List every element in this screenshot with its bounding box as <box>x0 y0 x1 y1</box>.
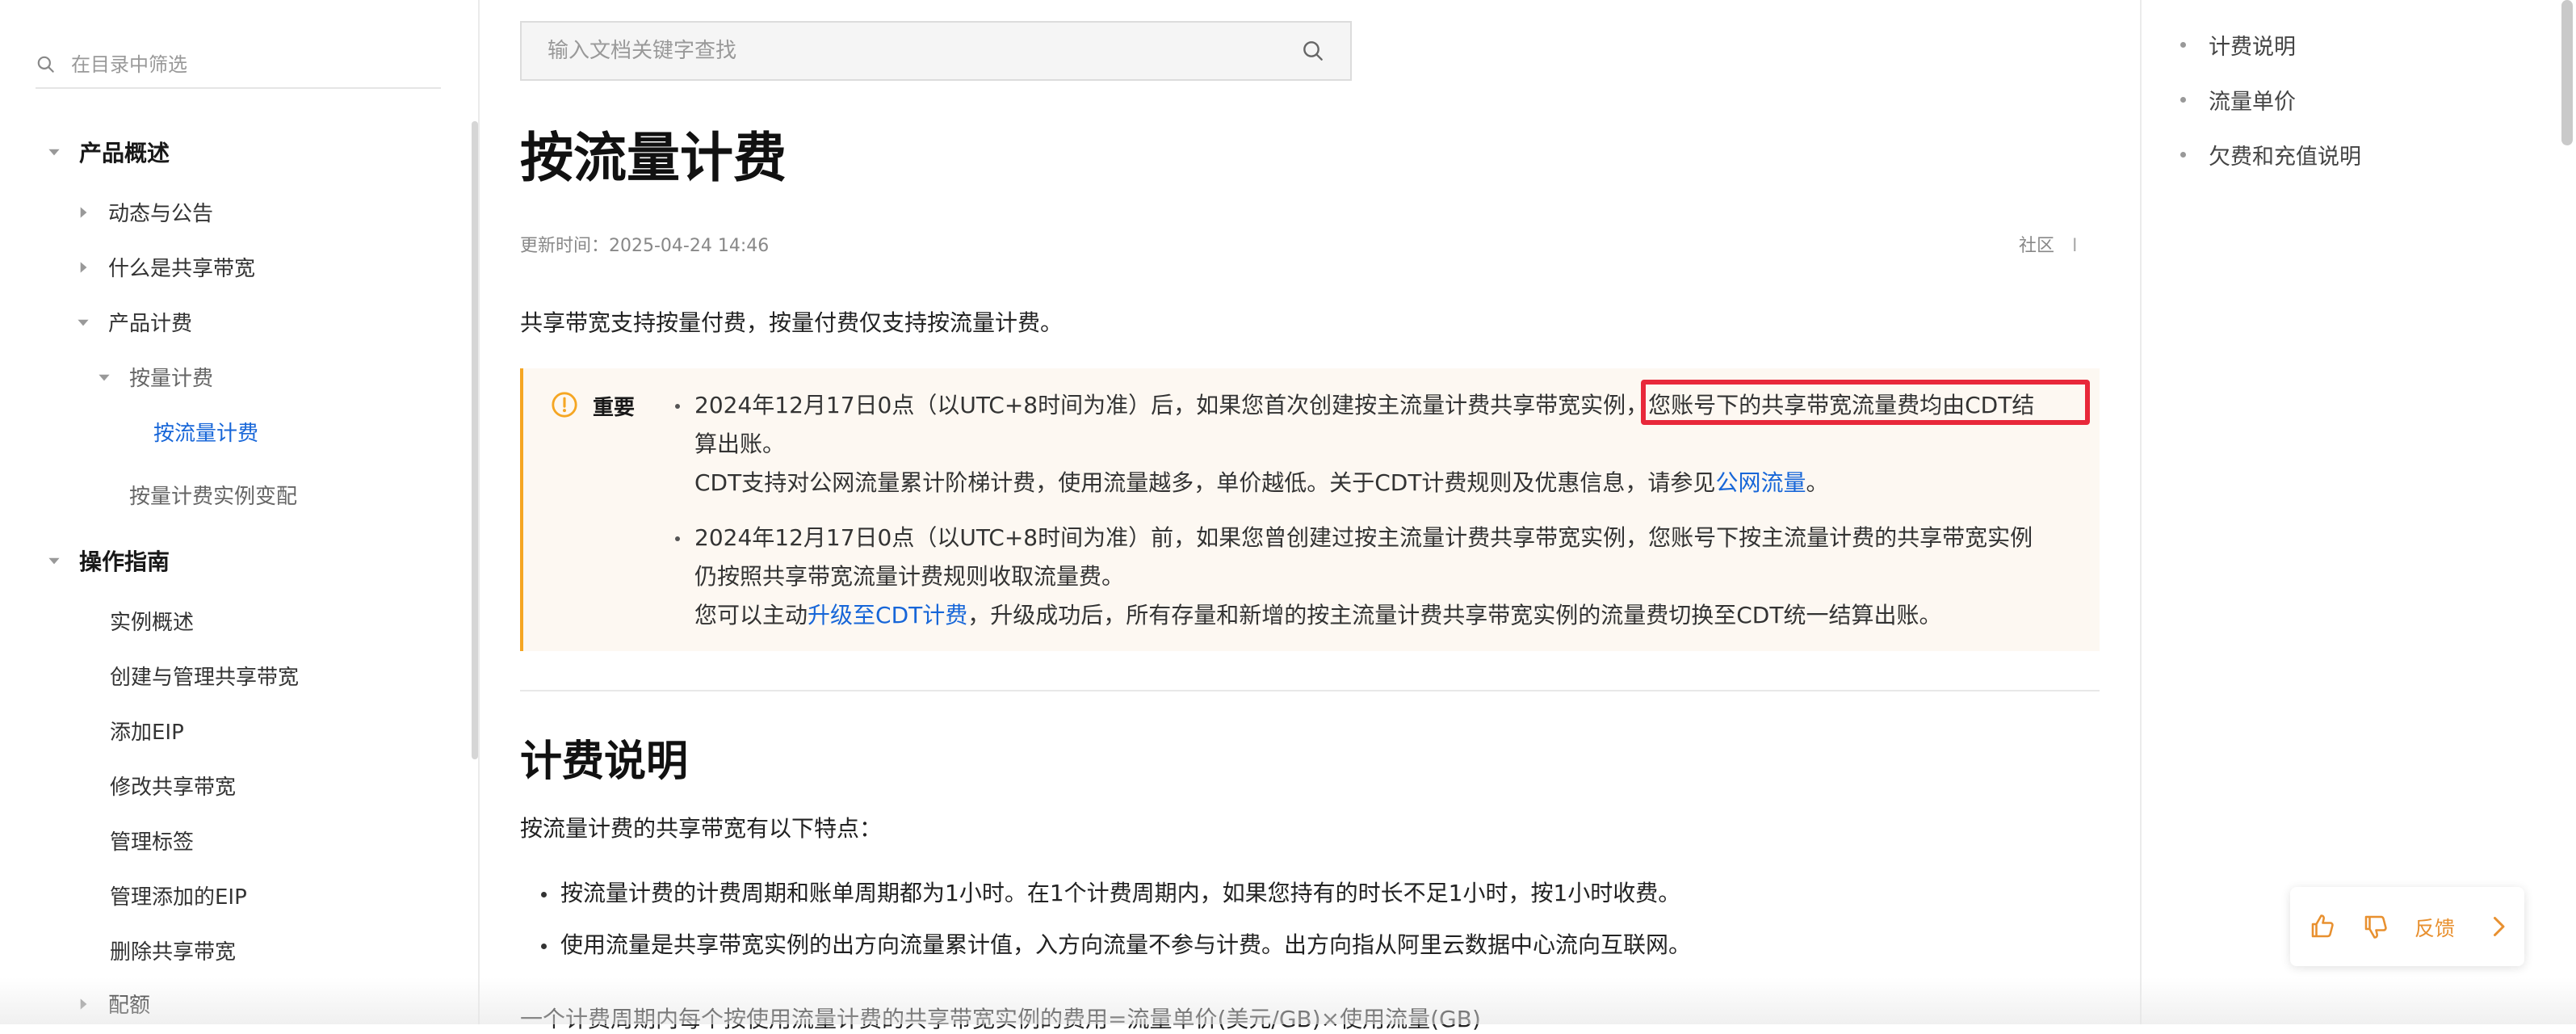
sidebar-item-label: 实例概述 <box>110 611 195 635</box>
red-highlight-annotation <box>1641 380 2090 425</box>
page-toc: 计费说明 流量单价 欠费和充值说明 <box>2140 0 2560 1024</box>
toc-item-label: 欠费和充值说明 <box>2209 145 2361 170</box>
caret-down-icon <box>48 149 60 156</box>
notice-text: ，升级成功后，所有存量和新增的按主流量计费共享带宽实例的流量费切换至CDT统一结… <box>967 602 1942 628</box>
caret-right-icon <box>80 206 87 218</box>
warning-icon <box>552 392 577 418</box>
upgrade-cdt-link[interactable]: 升级至CDT计费 <box>808 602 967 628</box>
section-intro: 按流量计费的共享带宽有以下特点： <box>520 815 883 842</box>
notice-line: 您可以主动升级至CDT计费，升级成功后，所有存量和新增的按主流量计费共享带宽实例… <box>694 598 1941 630</box>
caret-down-icon <box>99 374 110 380</box>
section-divider <box>520 690 2100 691</box>
sidebar-item-manage-eip[interactable]: 管理添加的EIP <box>110 881 247 910</box>
updated-time: 更新时间：2025-04-24 14:46 <box>520 236 770 256</box>
sidebar-item-news[interactable]: 动态与公告 <box>74 197 213 227</box>
bullet-dot <box>675 404 680 409</box>
notice-line: 仍按照共享带宽流量计费规则收取流量费。 <box>694 563 1125 590</box>
sidebar-item-label: 配额 <box>108 994 151 1018</box>
sidebar-item-label: 管理添加的EIP <box>110 885 247 910</box>
sidebar-item-label: 按量计费实例变配 <box>129 485 298 509</box>
sidebar-item-tags[interactable]: 管理标签 <box>110 826 194 855</box>
doc-search[interactable] <box>520 21 1352 81</box>
sidebar-item-label: 添加EIP <box>110 721 184 745</box>
sidebar-item-modify[interactable]: 修改共享带宽 <box>110 771 236 801</box>
sidebar-item-label: 创建与管理共享带宽 <box>110 666 300 690</box>
sidebar-item-label: 产品计费 <box>108 312 193 336</box>
toc-dot <box>2180 97 2186 103</box>
notice-text: 2024年12月17日0点（以UTC+8时间为准）后，如果您首次创建按主流量计费… <box>694 392 1649 418</box>
sidebar-item-quota[interactable]: 配额 <box>74 989 150 1019</box>
list-item: 使用流量是共享带宽实例的出方向流量累计值，入方向流量不参与计费。出方向指从阿里云… <box>560 931 1692 958</box>
list-bullet <box>541 892 547 897</box>
notice-line: CDT支持对公网流量累计阶梯计费，使用流量越多，单价越低。关于CDT计费规则及优… <box>694 465 1828 498</box>
sidebar-item-label: 动态与公告 <box>108 202 214 226</box>
list-item: 按流量计费的计费周期和账单周期都为1小时。在1个计费周期内，如果您持有的时长不足… <box>560 880 1681 906</box>
notice-text: 。 <box>1806 469 1829 496</box>
sidebar-item-label: 管理标签 <box>110 830 195 855</box>
feedback-widget: 反馈 <box>2290 887 2524 966</box>
meta-separator: I <box>2072 236 2078 256</box>
sidebar-item-label: 什么是共享带宽 <box>108 257 256 281</box>
toc-item-label: 流量单价 <box>2209 90 2296 115</box>
sidebar-item-instance-change[interactable]: 按量计费实例变配 <box>129 480 297 510</box>
notice-label: 重要 <box>593 396 636 420</box>
sidebar-filter-input[interactable] <box>71 53 426 76</box>
notice-text: CDT支持对公网流量累计阶梯计费，使用流量越多，单价越低。关于CDT计费规则及优… <box>694 469 1716 496</box>
sidebar-filter[interactable] <box>36 42 441 89</box>
sidebar-item-instance-overview[interactable]: 实例概述 <box>110 606 194 636</box>
sidebar-item-create-manage[interactable]: 创建与管理共享带宽 <box>110 661 299 691</box>
notice-line: 2024年12月17日0点（以UTC+8时间为准）前，如果您曾创建过按主流量计费… <box>694 524 2033 551</box>
caret-right-icon <box>80 998 87 1010</box>
sidebar-item-label: 修改共享带宽 <box>110 776 237 800</box>
section-title-billing: 计费说明 <box>520 738 689 786</box>
search-icon[interactable] <box>1300 38 1326 64</box>
search-icon <box>37 56 54 73</box>
sidebar-item-billing[interactable]: 产品计费 <box>74 307 192 337</box>
sidebar-item-label: 按流量计费 <box>153 422 259 446</box>
toc-dot <box>2180 42 2186 48</box>
bullet-dot <box>675 536 680 541</box>
sidebar-item-what-is[interactable]: 什么是共享带宽 <box>74 252 255 282</box>
article-main: 按流量计费 更新时间：2025-04-24 14:46 社区 I 共享带宽支持按量… <box>480 0 2140 1032</box>
feedback-label[interactable]: 反馈 <box>2414 913 2455 942</box>
sidebar-item-label: 操作指南 <box>79 549 170 575</box>
toc-item-overdue[interactable]: 欠费和充值说明 <box>2180 139 2361 170</box>
toc-item-label: 计费说明 <box>2209 35 2296 60</box>
page-title: 按流量计费 <box>520 127 787 189</box>
caret-down-icon <box>78 319 89 326</box>
page-scrollbar[interactable] <box>2561 0 2573 145</box>
community-label: 社区 <box>2019 236 2055 256</box>
sidebar-item-guide[interactable]: 操作指南 <box>45 544 170 577</box>
chevron-right-icon[interactable] <box>2484 912 2513 941</box>
caret-down-icon <box>48 557 60 565</box>
thumbs-down-icon[interactable] <box>2361 912 2390 941</box>
list-bullet <box>541 944 547 949</box>
formula-paragraph: 一个计费周期内每个按使用流量计费的共享带宽实例的费用=流量单价(美元/GB)×使… <box>520 1006 1481 1032</box>
sidebar-item-label: 按量计费 <box>129 367 214 391</box>
notice-line: 算出账。 <box>694 431 786 457</box>
notice-text: 您可以主动 <box>694 602 808 628</box>
community-link[interactable]: 社区 I <box>2019 231 2078 257</box>
sidebar-item-traffic-billing[interactable]: 按流量计费 <box>153 417 258 447</box>
sidebar-item-label: 产品概述 <box>79 140 170 166</box>
toc-item-billing-desc[interactable]: 计费说明 <box>2180 29 2296 61</box>
sidebar-item-delete[interactable]: 删除共享带宽 <box>110 935 236 965</box>
public-traffic-link[interactable]: 公网流量 <box>1715 469 1806 496</box>
caret-right-icon <box>80 261 87 273</box>
toc-dot <box>2180 152 2186 158</box>
sidebar-item-product-overview[interactable]: 产品概述 <box>45 136 170 168</box>
sidebar-item-label: 删除共享带宽 <box>110 940 237 965</box>
sidebar-item-add-eip[interactable]: 添加EIP <box>110 716 184 746</box>
sidebar-item-pay-as-you-go[interactable]: 按量计费 <box>95 362 213 392</box>
toc-item-unit-price[interactable]: 流量单价 <box>2180 84 2296 116</box>
intro-paragraph: 共享带宽支持按量付费，按量付费仅支持按流量计费。 <box>520 309 1064 336</box>
sidebar-scrollbar[interactable] <box>472 121 478 759</box>
doc-sidebar: 产品概述 动态与公告 什么是共享带宽 产品计费 按量计费 按流量计费 按量计费实… <box>0 0 480 1024</box>
doc-search-input[interactable] <box>546 38 1300 64</box>
thumbs-up-icon[interactable] <box>2308 912 2337 941</box>
